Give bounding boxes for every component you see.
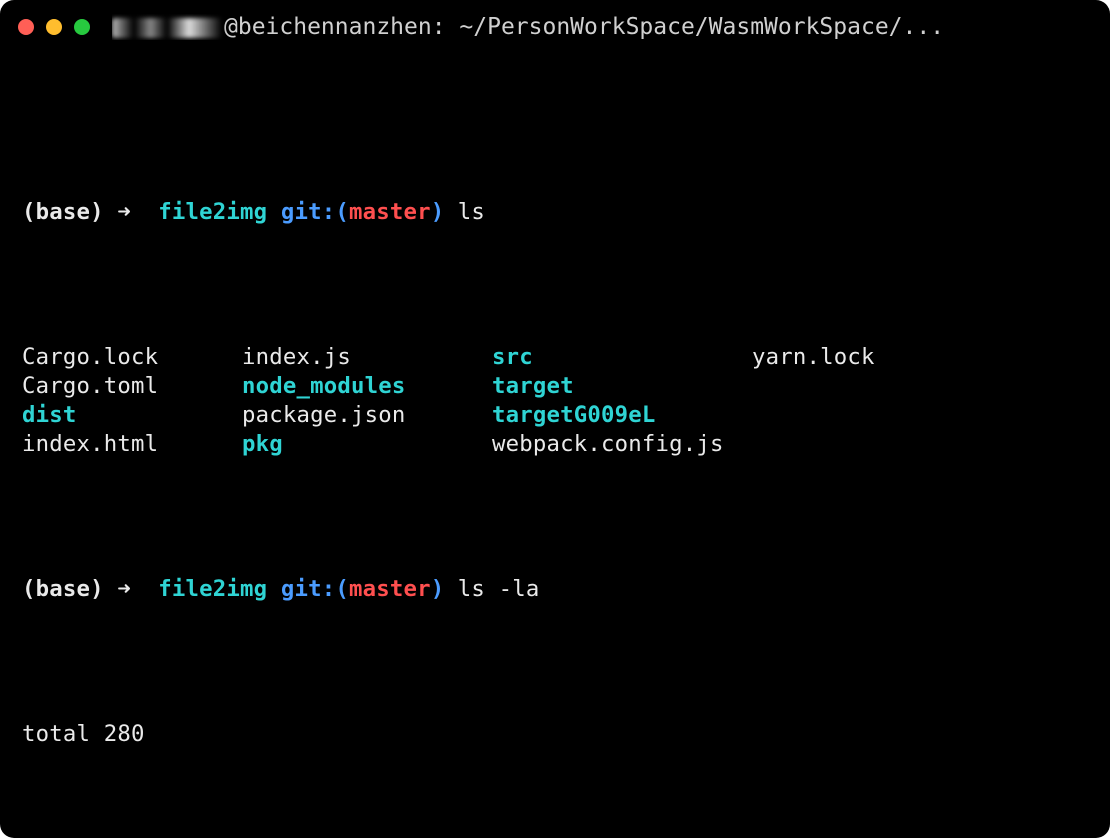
ls-file: package.json	[242, 401, 492, 430]
git-prefix: git:(	[281, 575, 349, 604]
ls-file: yarn.lock	[752, 343, 1088, 372]
ls-dir: targetG009eL	[492, 401, 752, 430]
git-branch: master	[349, 198, 431, 227]
traffic-lights	[18, 19, 90, 35]
cwd: file2img	[158, 198, 267, 227]
ls-dir: target	[492, 372, 752, 401]
prompt-arrow: ➜	[117, 198, 131, 227]
ls-file	[752, 401, 1088, 430]
ls-dir: node_modules	[242, 372, 492, 401]
ls-file: Cargo.lock	[22, 343, 242, 372]
minimize-icon[interactable]	[46, 19, 62, 35]
redacted-username	[112, 18, 222, 38]
ls-dir: pkg	[242, 430, 492, 459]
titlebar: @beichennanzhen: ~/PersonWorkSpace/WasmW…	[0, 0, 1110, 54]
ls-file: index.html	[22, 430, 242, 459]
ls-file: webpack.config.js	[492, 430, 752, 459]
git-branch: master	[349, 575, 431, 604]
command-text: ls -la	[458, 575, 540, 604]
conda-env: (base)	[22, 198, 104, 227]
conda-env: (base)	[22, 575, 104, 604]
ls-file: index.js	[242, 343, 492, 372]
terminal-output[interactable]: (base) ➜ file2img git:(master) ls Cargo.…	[0, 54, 1110, 838]
git-prefix: git:(	[281, 198, 349, 227]
git-suffix: )	[431, 198, 445, 227]
cwd: file2img	[158, 575, 267, 604]
ls-file: Cargo.toml	[22, 372, 242, 401]
window-title: @beichennanzhen: ~/PersonWorkSpace/WasmW…	[112, 14, 944, 40]
ls-file	[752, 372, 1088, 401]
prompt-line: (base) ➜ file2img git:(master) ls	[22, 198, 1088, 227]
terminal-window: @beichennanzhen: ~/PersonWorkSpace/WasmW…	[0, 0, 1110, 838]
ls-file	[752, 430, 1088, 459]
ls-dir: dist	[22, 401, 242, 430]
prompt-arrow: ➜	[117, 575, 131, 604]
prompt-line: (base) ➜ file2img git:(master) ls -la	[22, 575, 1088, 604]
ls-output: Cargo.lockindex.jssrcyarn.lock Cargo.toml…	[22, 343, 1088, 459]
git-suffix: )	[431, 575, 445, 604]
zoom-icon[interactable]	[74, 19, 90, 35]
command-text: ls	[458, 198, 485, 227]
close-icon[interactable]	[18, 19, 34, 35]
window-title-text: @beichennanzhen: ~/PersonWorkSpace/WasmW…	[224, 14, 944, 40]
ls-total: total 280	[22, 720, 1088, 749]
ls-dir: src	[492, 343, 752, 372]
